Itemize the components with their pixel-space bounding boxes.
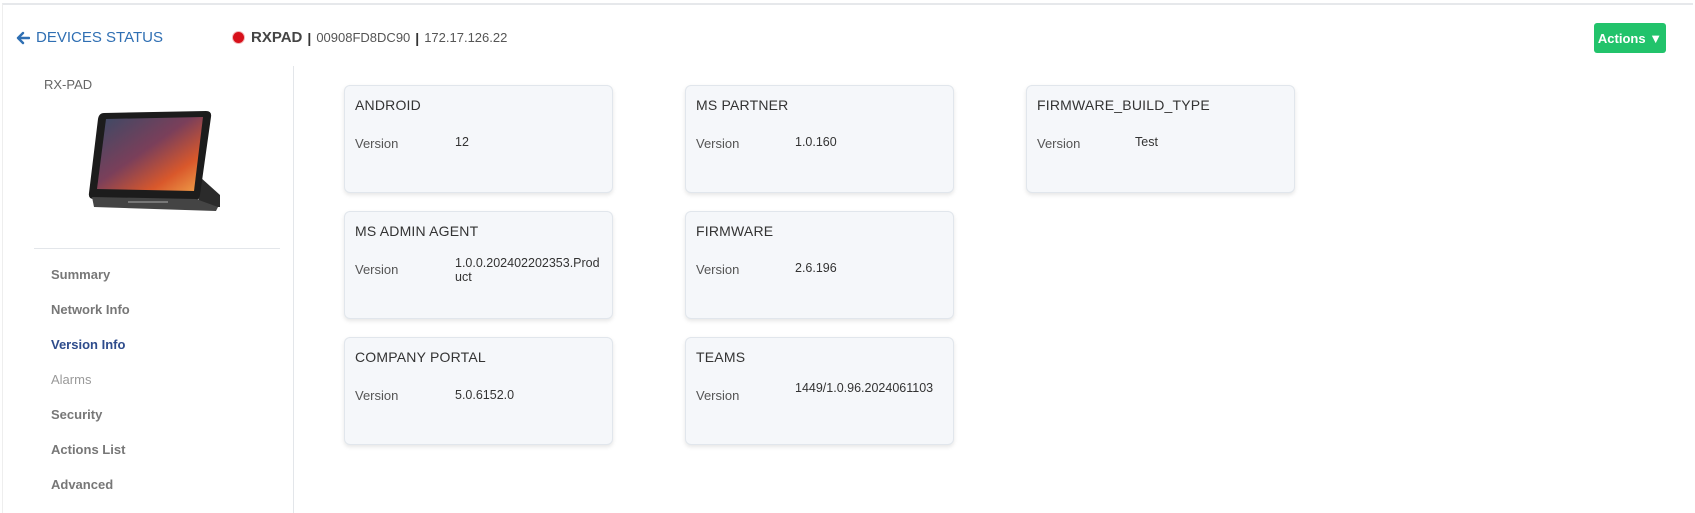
device-ip: 172.17.126.22 <box>424 30 508 45</box>
card-key: Version <box>696 388 740 403</box>
card-key: Version <box>355 136 399 151</box>
card-title: TEAMS <box>696 349 746 365</box>
sidebar-item-version-info[interactable]: Version Info <box>51 336 130 371</box>
card-value: 1.0.0.202402202353.Product <box>455 256 600 284</box>
card-value: Test <box>1135 135 1158 149</box>
device-header: RXPAD | 00908FD8DC90 | 172.17.126.22 <box>233 29 507 46</box>
card-title: MS PARTNER <box>696 97 789 113</box>
separator: | <box>415 29 420 46</box>
version-card-firmware: FIRMWARE Version 2.6.196 <box>685 211 954 319</box>
sidebar-item-summary[interactable]: Summary <box>51 266 130 301</box>
card-key: Version <box>696 136 740 151</box>
card-title: FIRMWARE_BUILD_TYPE <box>1037 97 1210 113</box>
back-link-label: DEVICES STATUS <box>36 29 163 46</box>
card-value: 5.0.6152.0 <box>455 388 515 402</box>
card-title: COMPANY PORTAL <box>355 349 486 365</box>
card-key: Version <box>1037 136 1081 151</box>
card-key: Version <box>696 262 740 277</box>
vertical-divider <box>293 66 294 513</box>
actions-button[interactable]: Actions ▼ <box>1594 23 1666 53</box>
sidebar-item-advanced[interactable]: Advanced <box>51 476 130 511</box>
card-value: 1449/1.0.96.2024061103 <box>795 381 934 395</box>
sidebar-divider <box>34 248 280 249</box>
device-image <box>88 111 220 211</box>
card-value: 2.6.196 <box>795 261 837 275</box>
version-card-android: ANDROID Version 12 <box>344 85 613 193</box>
device-name: RXPAD <box>251 29 303 46</box>
version-card-teams: TEAMS Version 1449/1.0.96.2024061103 <box>685 337 954 445</box>
version-card-firmware-build-type: FIRMWARE_BUILD_TYPE Version Test <box>1026 85 1295 193</box>
card-key: Version <box>355 262 399 277</box>
sidebar-item-alarms[interactable]: Alarms <box>51 371 130 406</box>
device-model-label: RX-PAD <box>44 77 93 92</box>
card-key: Version <box>355 388 399 403</box>
version-card-ms-partner: MS PARTNER Version 1.0.160 <box>685 85 954 193</box>
card-title: MS ADMIN AGENT <box>355 223 479 239</box>
card-value: 1.0.160 <box>795 135 837 149</box>
card-value: 12 <box>455 135 469 149</box>
status-dot-icon <box>233 32 244 43</box>
card-title: ANDROID <box>355 97 421 113</box>
back-to-devices-status-link[interactable]: DEVICES STATUS <box>16 29 163 46</box>
version-card-ms-admin-agent: MS ADMIN AGENT Version 1.0.0.20240220235… <box>344 211 613 319</box>
arrow-left-icon <box>16 31 30 44</box>
sidebar-item-actions-list[interactable]: Actions List <box>51 441 130 476</box>
card-title: FIRMWARE <box>696 223 774 239</box>
sidebar-nav: Summary Network Info Version Info Alarms… <box>51 266 130 511</box>
device-mac: 00908FD8DC90 <box>316 30 411 45</box>
separator: | <box>307 29 312 46</box>
sidebar-item-network-info[interactable]: Network Info <box>51 301 130 336</box>
version-card-company-portal: COMPANY PORTAL Version 5.0.6152.0 <box>344 337 613 445</box>
sidebar-item-security[interactable]: Security <box>51 406 130 441</box>
